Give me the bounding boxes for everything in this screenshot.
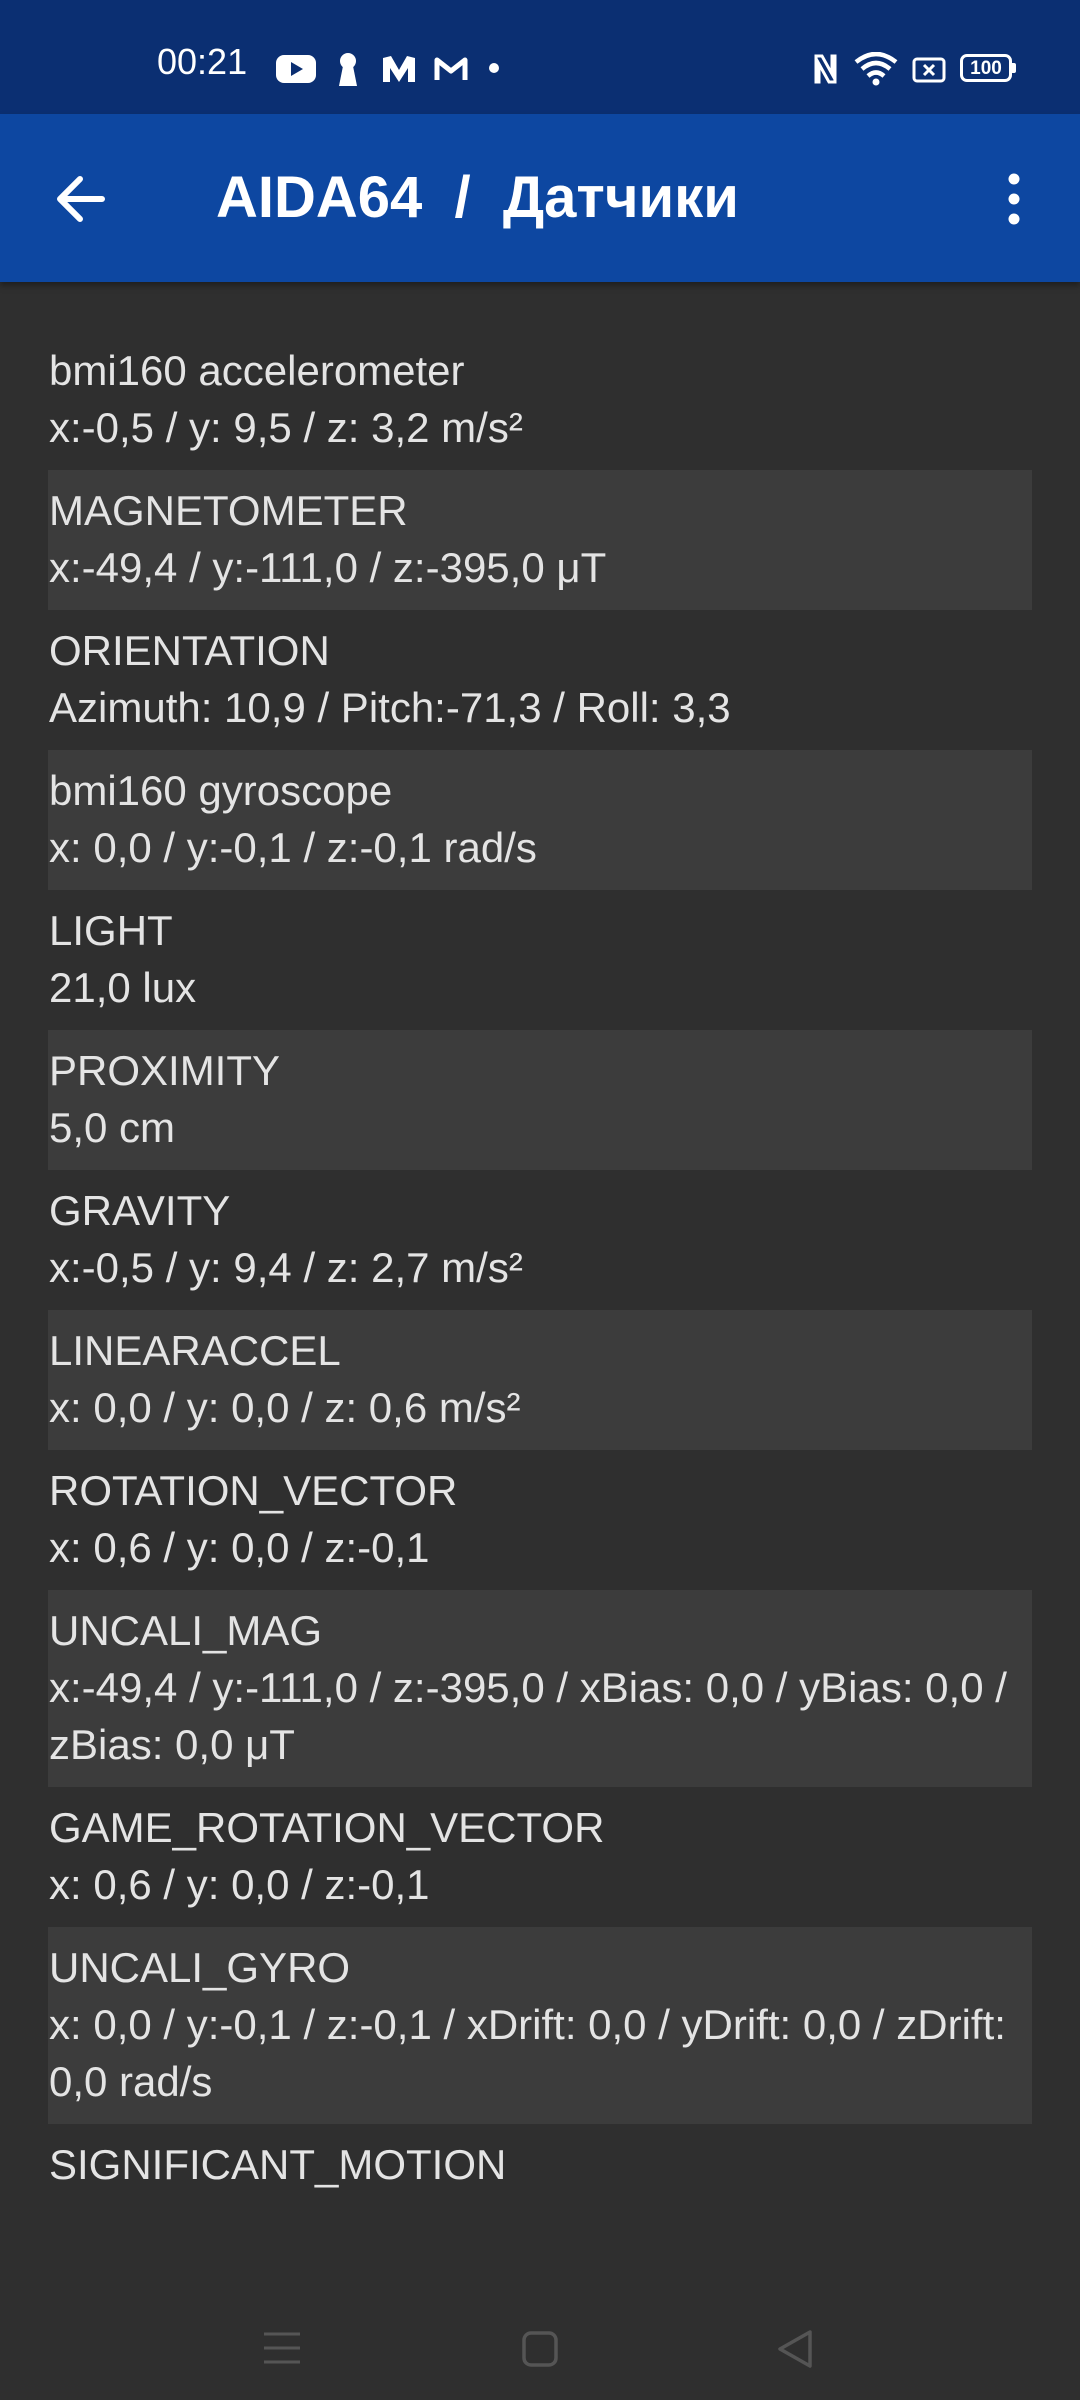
youtube-icon [276,55,316,83]
sensor-name: ROTATION_VECTOR [49,1467,458,1514]
page-title: AIDA64 / Датчики [216,165,739,230]
sensor-value: x:-49,4 / y:-111,0 / z:-395,0 / xBias: 0… [49,1664,1007,1768]
sensor-name: LIGHT [49,907,173,954]
sensor-value: x: 0,0 / y: 0,0 / z: 0,6 m/s² [49,1384,521,1431]
home-nav-icon[interactable] [521,2330,559,2368]
sensor-value: x: 0,6 / y: 0,0 / z:-0,1 [49,1861,430,1908]
m-logo-icon [383,56,415,82]
app-bar: AIDA64 / Датчики [0,114,1080,282]
sensor-name: GRAVITY [49,1187,231,1234]
sensor-value: x: 0,6 / y: 0,0 / z:-0,1 [49,1524,430,1571]
back-arrow-icon[interactable] [52,169,112,229]
sensor-item-rotation-vector[interactable]: ROTATION_VECTOR x: 0,6 / y: 0,0 / z:-0,1 [48,1450,1032,1590]
sensor-name: SIGNIFICANT_MOTION [49,2141,507,2188]
sensor-item-linearaccel[interactable]: LINEARACCEL x: 0,0 / y: 0,0 / z: 0,6 m/s… [48,1310,1032,1450]
sensor-item-significant-motion[interactable]: SIGNIFICANT_MOTION [48,2124,1032,2207]
sensor-value: x: 0,0 / y:-0,1 / z:-0,1 rad/s [49,824,537,871]
status-time: 00:21 [157,41,248,82]
sim-icon [912,57,946,83]
wifi-icon [854,52,898,86]
gmail-icon [434,57,468,80]
battery-level: 100 [970,57,1002,79]
back-nav-icon[interactable] [776,2328,814,2370]
sensor-value: x:-49,4 / y:-111,0 / z:-395,0 μT [49,544,607,591]
more-options-icon[interactable] [996,169,1032,229]
keyhole-icon [339,53,357,86]
menu-nav-icon[interactable] [262,2330,302,2366]
sensor-name: UNCALI_GYRO [49,1944,351,1991]
sensor-item-game-rotation-vector[interactable]: GAME_ROTATION_VECTOR x: 0,6 / y: 0,0 / z… [48,1787,1032,1927]
sensor-item-uncali-mag[interactable]: UNCALI_MAG x:-49,4 / y:-111,0 / z:-395,0… [48,1590,1032,1787]
sensor-item-magnetometer[interactable]: MAGNETOMETER x:-49,4 / y:-111,0 / z:-395… [48,470,1032,610]
sensor-value: 21,0 lux [49,964,197,1011]
sensor-name: bmi160 gyroscope [49,767,393,814]
sensor-item-proximity[interactable]: PROXIMITY 5,0 cm [48,1030,1032,1170]
sensor-item-light[interactable]: LIGHT 21,0 lux [48,890,1032,1030]
sensor-value: x: 0,0 / y:-0,1 / z:-0,1 / xDrift: 0,0 /… [49,2001,1006,2105]
sensor-item-uncali-gyro[interactable]: UNCALI_GYRO x: 0,0 / y:-0,1 / z:-0,1 / x… [48,1927,1032,2124]
sensor-item-gyroscope[interactable]: bmi160 gyroscope x: 0,0 / y:-0,1 / z:-0,… [48,750,1032,890]
sensor-name: GAME_ROTATION_VECTOR [49,1804,605,1851]
sensor-name: LINEARACCEL [49,1327,341,1374]
sensor-name: UNCALI_MAG [49,1607,323,1654]
sensor-item-gravity[interactable]: GRAVITY x:-0,5 / y: 9,4 / z: 2,7 m/s² [48,1170,1032,1310]
sensor-value: x:-0,5 / y: 9,4 / z: 2,7 m/s² [49,1244,523,1291]
battery-tip [1012,63,1016,73]
sensor-name: PROXIMITY [49,1047,281,1094]
dot-icon [489,63,499,73]
sensor-value: x:-0,5 / y: 9,5 / z: 3,2 m/s² [49,404,523,451]
sensor-name: bmi160 accelerometer [49,347,465,394]
sensor-item-orientation[interactable]: ORIENTATION Azimuth: 10,9 / Pitch:-71,3 … [48,610,1032,750]
sensor-value: Azimuth: 10,9 / Pitch:-71,3 / Roll: 3,3 [49,684,731,731]
navigation-bar [0,2280,1080,2400]
sensor-item-accelerometer[interactable]: bmi160 accelerometer x:-0,5 / y: 9,5 / z… [48,330,1032,470]
sensor-list: bmi160 accelerometer x:-0,5 / y: 9,5 / z… [48,330,1032,2207]
battery-icon: 100 [960,54,1012,82]
status-bar: 00:21 100 [0,0,1080,114]
sensor-name: MAGNETOMETER [49,487,408,534]
nfc-icon [814,54,837,84]
sensor-value: 5,0 cm [49,1104,176,1151]
sensor-name: ORIENTATION [49,627,330,674]
